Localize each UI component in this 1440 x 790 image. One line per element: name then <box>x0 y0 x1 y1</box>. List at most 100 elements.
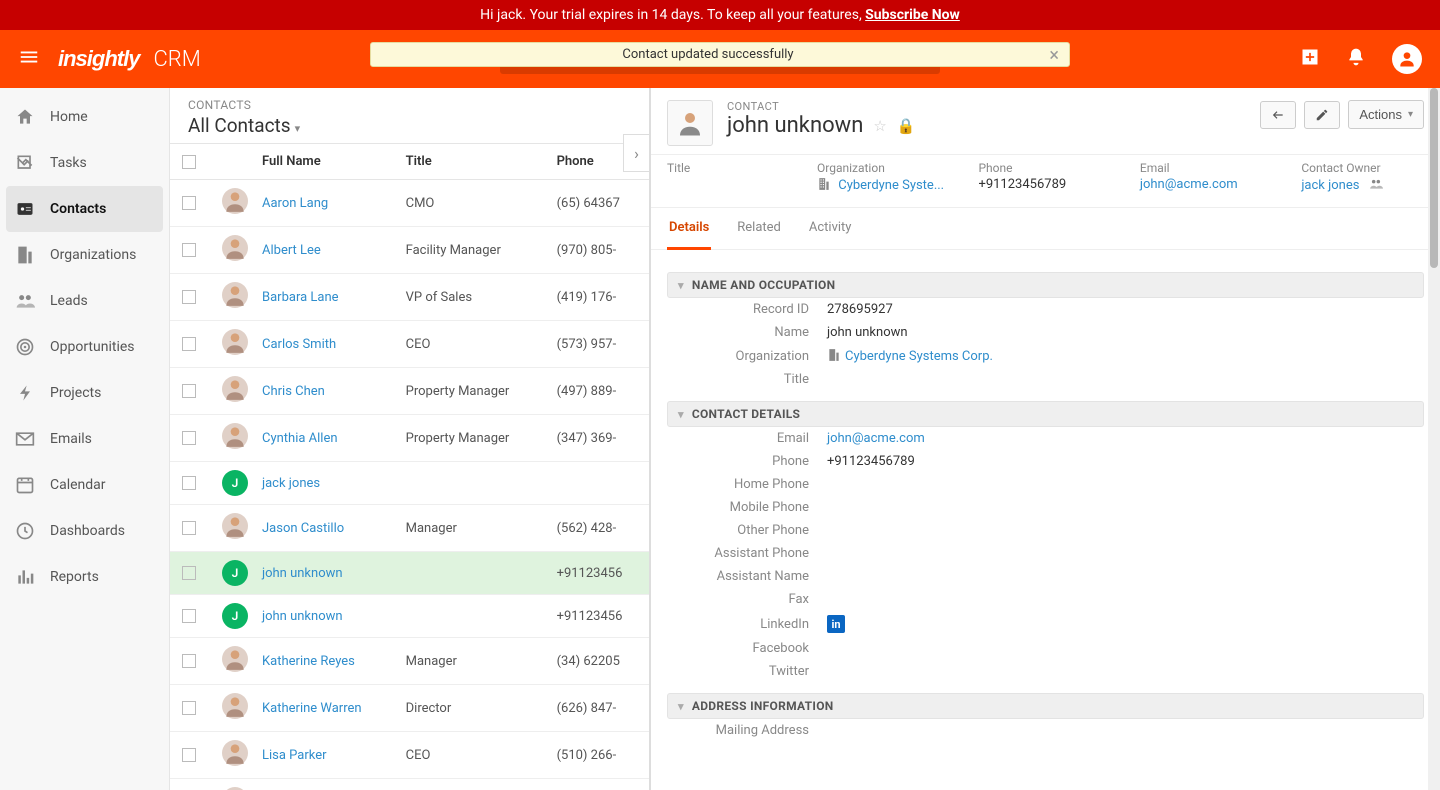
row-checkbox[interactable] <box>182 609 196 623</box>
avatar <box>222 282 248 308</box>
brand: insightly CRM <box>58 46 201 72</box>
table-row[interactable]: Chris Chen Property Manager (497) 889- <box>170 368 649 415</box>
contacts-icon <box>14 199 36 219</box>
contact-name-link[interactable]: Albert Lee <box>262 243 321 258</box>
table-row[interactable]: Katherine Reyes Manager (34) 62205 <box>170 638 649 685</box>
row-checkbox[interactable] <box>182 476 196 490</box>
table-row[interactable]: Jason Castillo Manager (562) 428- <box>170 505 649 552</box>
col-full-name[interactable]: Full Name <box>250 144 394 180</box>
dashboards-icon <box>14 521 36 541</box>
detail-type: CONTACT <box>727 100 1246 113</box>
expand-list-button[interactable]: › <box>623 134 649 172</box>
field-label: Title <box>667 372 827 387</box>
avatar <box>222 329 248 355</box>
table-row[interactable]: Albert Lee Facility Manager (970) 805- <box>170 227 649 274</box>
table-row[interactable]: Aaron Lang CMO (65) 64367 <box>170 180 649 227</box>
contact-phone <box>545 462 649 505</box>
contact-name-link[interactable]: jack jones <box>262 476 320 491</box>
hamburger-icon[interactable] <box>18 46 40 72</box>
sidebar-item-organizations[interactable]: Organizations <box>0 232 169 278</box>
contact-name-link[interactable]: Chris Chen <box>262 384 325 399</box>
contact-name-link[interactable]: john unknown <box>262 609 343 624</box>
sidebar-item-opportunities[interactable]: Opportunities <box>0 324 169 370</box>
star-icon[interactable]: ☆ <box>873 117 886 135</box>
field-row: Phone+91123456789 <box>667 450 1424 473</box>
row-checkbox[interactable] <box>182 290 196 304</box>
select-all-checkbox[interactable] <box>182 155 196 169</box>
table-row[interactable]: Lisa Parker CEO (510) 266- <box>170 732 649 779</box>
section-address-information[interactable]: ▾ADDRESS INFORMATION <box>667 693 1424 719</box>
section-name-occupation[interactable]: ▾NAME AND OCCUPATION <box>667 272 1424 298</box>
row-checkbox[interactable] <box>182 654 196 668</box>
actions-button[interactable]: Actions ▾ <box>1348 100 1424 129</box>
sum-owner-link[interactable]: jack jones <box>1301 178 1359 193</box>
table-row[interactable]: Katherine Warren Director (626) 847- <box>170 685 649 732</box>
field-link[interactable]: john@acme.com <box>827 431 925 446</box>
avatar: J <box>222 560 248 586</box>
sidebar-item-tasks[interactable]: Tasks <box>0 140 169 186</box>
row-checkbox[interactable] <box>182 431 196 445</box>
notifications-icon[interactable] <box>1346 47 1366 71</box>
contact-name-link[interactable]: Cynthia Allen <box>262 431 338 446</box>
scrollbar[interactable] <box>1428 88 1440 790</box>
sidebar-item-projects[interactable]: Projects <box>0 370 169 416</box>
detail-name: john unknown <box>727 113 863 138</box>
contact-name-link[interactable]: Carlos Smith <box>262 337 336 352</box>
sidebar-item-dashboards[interactable]: Dashboards <box>0 508 169 554</box>
table-row[interactable]: Cynthia Allen Property Manager (347) 369… <box>170 415 649 462</box>
subscribe-link[interactable]: Subscribe Now <box>865 7 960 23</box>
row-checkbox[interactable] <box>182 243 196 257</box>
sidebar-item-emails[interactable]: Emails <box>0 416 169 462</box>
avatar <box>222 513 248 539</box>
row-checkbox[interactable] <box>182 748 196 762</box>
sum-org-link[interactable]: Cyberdyne Syste... <box>838 178 944 193</box>
linkedin-icon[interactable]: in <box>827 615 845 633</box>
row-checkbox[interactable] <box>182 384 196 398</box>
back-button[interactable] <box>1260 101 1296 129</box>
sidebar-item-calendar[interactable]: Calendar <box>0 462 169 508</box>
tab-related[interactable]: Related <box>735 208 783 249</box>
edit-button[interactable] <box>1304 101 1340 129</box>
contact-name-link[interactable]: Barbara Lane <box>262 290 339 305</box>
detail-panel: CONTACT john unknown ☆ 🔒 Actio <box>650 88 1440 790</box>
sidebar-item-contacts[interactable]: Contacts <box>6 186 163 232</box>
row-checkbox[interactable] <box>182 521 196 535</box>
table-row[interactable]: Maria Nichols Facilities Manager (202) 5… <box>170 779 649 790</box>
col-title[interactable]: Title <box>394 144 545 180</box>
emails-icon <box>14 429 36 449</box>
contact-name-link[interactable]: Katherine Reyes <box>262 654 355 669</box>
sum-email-lbl: Email <box>1140 161 1271 175</box>
contact-title: VP of Sales <box>394 274 545 321</box>
table-row[interactable]: J jack jones <box>170 462 649 505</box>
contact-title: Property Manager <box>394 415 545 462</box>
row-checkbox[interactable] <box>182 701 196 715</box>
sum-email-link[interactable]: john@acme.com <box>1140 177 1238 192</box>
tab-activity[interactable]: Activity <box>807 208 854 249</box>
contact-phone: (510) 266- <box>545 732 649 779</box>
row-checkbox[interactable] <box>182 566 196 580</box>
toast-close-icon[interactable]: × <box>1049 45 1059 66</box>
row-checkbox[interactable] <box>182 196 196 210</box>
actions-label: Actions <box>1359 107 1402 122</box>
table-row[interactable]: Carlos Smith CEO (573) 957- <box>170 321 649 368</box>
sidebar-item-reports[interactable]: Reports <box>0 554 169 600</box>
add-icon[interactable] <box>1300 47 1320 71</box>
user-avatar-icon[interactable] <box>1392 44 1422 74</box>
table-row[interactable]: Barbara Lane VP of Sales (419) 176- <box>170 274 649 321</box>
sidebar-item-leads[interactable]: Leads <box>0 278 169 324</box>
contact-name-link[interactable]: Aaron Lang <box>262 196 328 211</box>
contact-name-link[interactable]: Lisa Parker <box>262 748 327 763</box>
contact-name-link[interactable]: Katherine Warren <box>262 701 362 716</box>
table-row[interactable]: J john unknown +91123456 <box>170 552 649 595</box>
tab-details[interactable]: Details <box>667 208 711 250</box>
table-row[interactable]: J john unknown +91123456 <box>170 595 649 638</box>
view-switcher[interactable]: All Contacts▾ <box>188 114 631 137</box>
field-link[interactable]: Cyberdyne Systems Corp. <box>845 349 993 364</box>
sidebar-item-home[interactable]: Home <box>0 94 169 140</box>
field-row: LinkedInin <box>667 611 1424 637</box>
contact-name-link[interactable]: Jason Castillo <box>262 521 344 536</box>
contact-name-link[interactable]: john unknown <box>262 566 343 581</box>
field-row: Record ID278695927 <box>667 298 1424 321</box>
row-checkbox[interactable] <box>182 337 196 351</box>
section-contact-details[interactable]: ▾CONTACT DETAILS <box>667 401 1424 427</box>
